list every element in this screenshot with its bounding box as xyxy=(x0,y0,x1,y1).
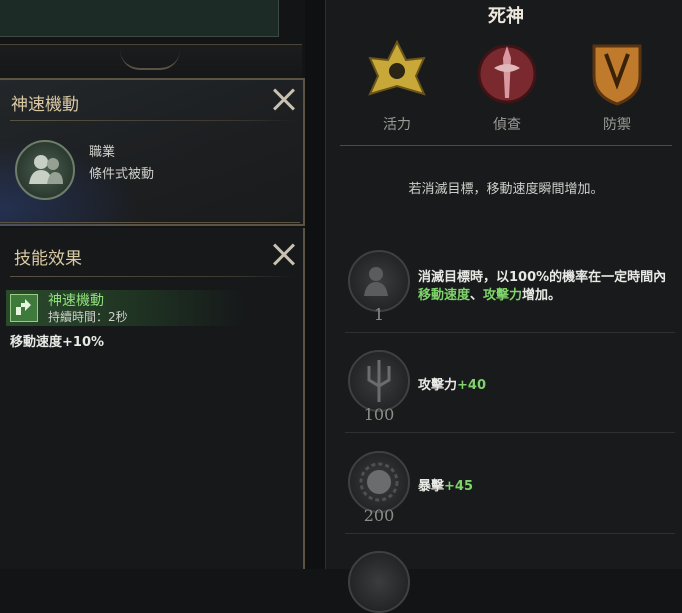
buff-duration: 持續時間：2秒 xyxy=(48,310,128,324)
divider xyxy=(345,332,675,333)
keyword-separator: 、 xyxy=(470,288,484,303)
vitality-emblem-icon[interactable] xyxy=(362,38,432,108)
perk-stat: 暴擊+45 xyxy=(418,475,473,494)
divider xyxy=(10,120,295,121)
user-group-icon xyxy=(29,155,63,184)
keyword-move-speed: 移動速度 xyxy=(418,288,471,303)
top-frame-decoration xyxy=(0,0,279,37)
stat-name: 攻擊力 xyxy=(418,378,458,393)
divider xyxy=(0,222,300,223)
speed-buff-icon xyxy=(10,294,38,322)
skill-title: 神速機動 xyxy=(11,95,79,115)
defense-emblem-icon[interactable] xyxy=(582,38,652,108)
panel-gap xyxy=(305,0,325,569)
scout-emblem-icon[interactable] xyxy=(472,38,542,108)
close-effect-panel-button[interactable] xyxy=(272,243,296,267)
divider xyxy=(340,145,672,146)
stat-bonus: +40 xyxy=(457,378,486,393)
class-description: 若消滅目標，移動速度瞬間增加。 xyxy=(408,182,604,197)
speed-arrow-icon xyxy=(16,299,31,315)
vitality-label: 活力 xyxy=(383,117,411,133)
skill-category: 職業 xyxy=(89,145,116,160)
keyword-attack: 攻擊力 xyxy=(483,288,523,303)
scout-label: 偵查 xyxy=(493,117,521,133)
perk-level: 100 xyxy=(363,405,395,424)
stat-name: 暴擊 xyxy=(418,479,445,494)
divider xyxy=(10,276,295,277)
perk-suffix: 增加。 xyxy=(522,288,562,303)
effect-title: 技能效果 xyxy=(14,249,82,269)
trident-icon xyxy=(367,360,391,402)
perk-icon-100[interactable] xyxy=(348,350,410,412)
perk-level: 1 xyxy=(373,305,385,324)
perk-icon-next[interactable] xyxy=(348,551,410,613)
crit-burst-icon xyxy=(359,462,399,502)
perk-level: 200 xyxy=(363,506,395,525)
skill-icon xyxy=(15,140,75,200)
perk-description-line2: 移動速度、攻擊力增加。 xyxy=(418,284,561,303)
buff-name: 神速機動 xyxy=(48,293,104,309)
defense-label: 防禦 xyxy=(603,117,631,133)
class-title: 死神 xyxy=(488,6,524,27)
close-skill-panel-button[interactable] xyxy=(272,88,296,112)
divider xyxy=(345,432,675,433)
effect-description: 移動速度+10% xyxy=(10,335,105,350)
stat-bonus: +45 xyxy=(444,479,473,494)
skill-effect-panel xyxy=(0,228,305,569)
skill-type: 條件式被動 xyxy=(89,167,155,182)
perk-description-line1: 消滅目標時，以100%的機率在一定時間內 xyxy=(418,270,667,285)
perk-stat: 攻擊力+40 xyxy=(418,374,486,393)
perk-icon-200[interactable] xyxy=(348,451,410,513)
user-group-icon xyxy=(364,267,388,296)
divider xyxy=(345,533,675,534)
perk-icon-1[interactable] xyxy=(348,250,410,312)
